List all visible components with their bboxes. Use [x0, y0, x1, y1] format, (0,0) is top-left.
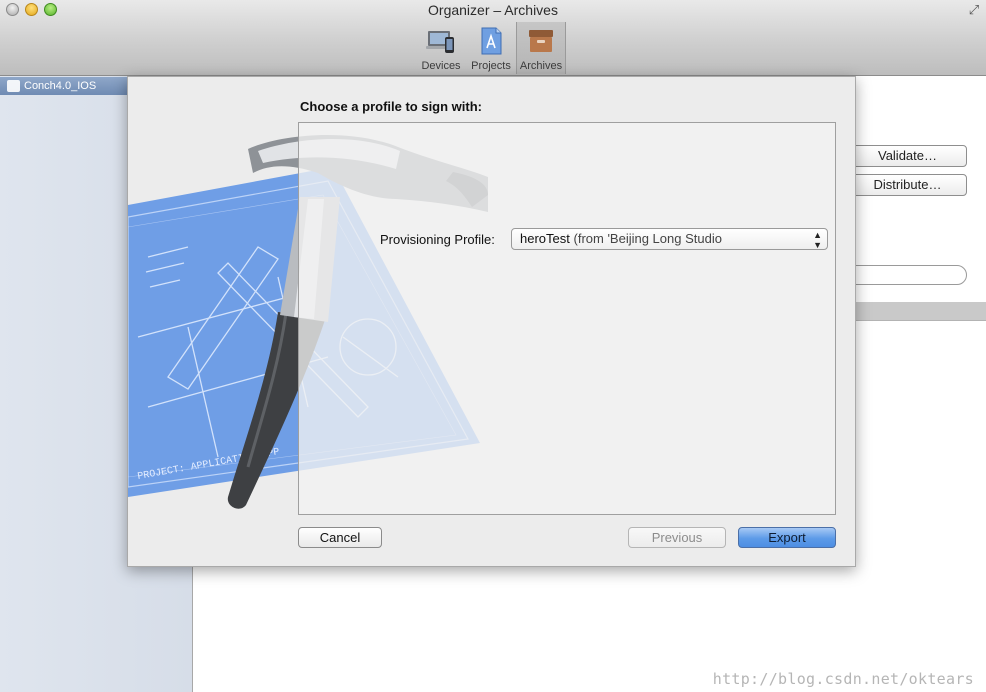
- toolbar-label-archives: Archives: [519, 60, 563, 72]
- export-button[interactable]: Export: [738, 527, 836, 548]
- export-sheet: PROJECT: APPLICATION.APP Choose a profil…: [127, 76, 856, 567]
- window-titlebar: Organizer – Archives ⤢ Devices Projects: [0, 0, 986, 76]
- archives-icon: [529, 30, 553, 52]
- toolbar-item-archives[interactable]: Archives: [516, 22, 566, 74]
- sheet-heading: Choose a profile to sign with:: [300, 99, 482, 114]
- table-header-bar: [855, 302, 986, 321]
- watermark: http://blog.csdn.net/oktears: [712, 670, 974, 688]
- window-title: Organizer – Archives: [428, 2, 558, 18]
- cancel-button[interactable]: Cancel: [298, 527, 382, 548]
- previous-button[interactable]: Previous: [628, 527, 726, 548]
- toolbar-label-devices: Devices: [421, 60, 461, 72]
- sidebar-item-label: Conch4.0_IOS: [24, 80, 97, 92]
- app-icon: [7, 80, 20, 92]
- validate-button[interactable]: Validate…: [848, 145, 967, 167]
- toolbar-item-devices[interactable]: Devices: [416, 22, 466, 74]
- profile-panel: [298, 122, 836, 515]
- provisioning-profile-value: heroTest: [520, 231, 570, 246]
- projects-icon: [481, 27, 502, 55]
- toolbar-label-projects: Projects: [471, 60, 511, 72]
- stepper-arrows-icon: ▲ ▼: [813, 230, 822, 250]
- sidebar-item-conch[interactable]: Conch4.0_IOS: [0, 77, 128, 95]
- provisioning-profile-team: (from 'Beijing Long Studio: [573, 231, 722, 246]
- devices-icon: [426, 31, 454, 53]
- provisioning-profile-label: Provisioning Profile:: [380, 232, 495, 247]
- distribute-button[interactable]: Distribute…: [848, 174, 967, 196]
- fullscreen-icon[interactable]: ⤢: [966, 2, 982, 18]
- toolbar-item-projects[interactable]: Projects: [466, 22, 516, 74]
- provisioning-profile-select[interactable]: heroTest (from 'Beijing Long Studio ▲ ▼: [511, 228, 828, 250]
- toolbar: Devices Projects Archives: [416, 22, 566, 74]
